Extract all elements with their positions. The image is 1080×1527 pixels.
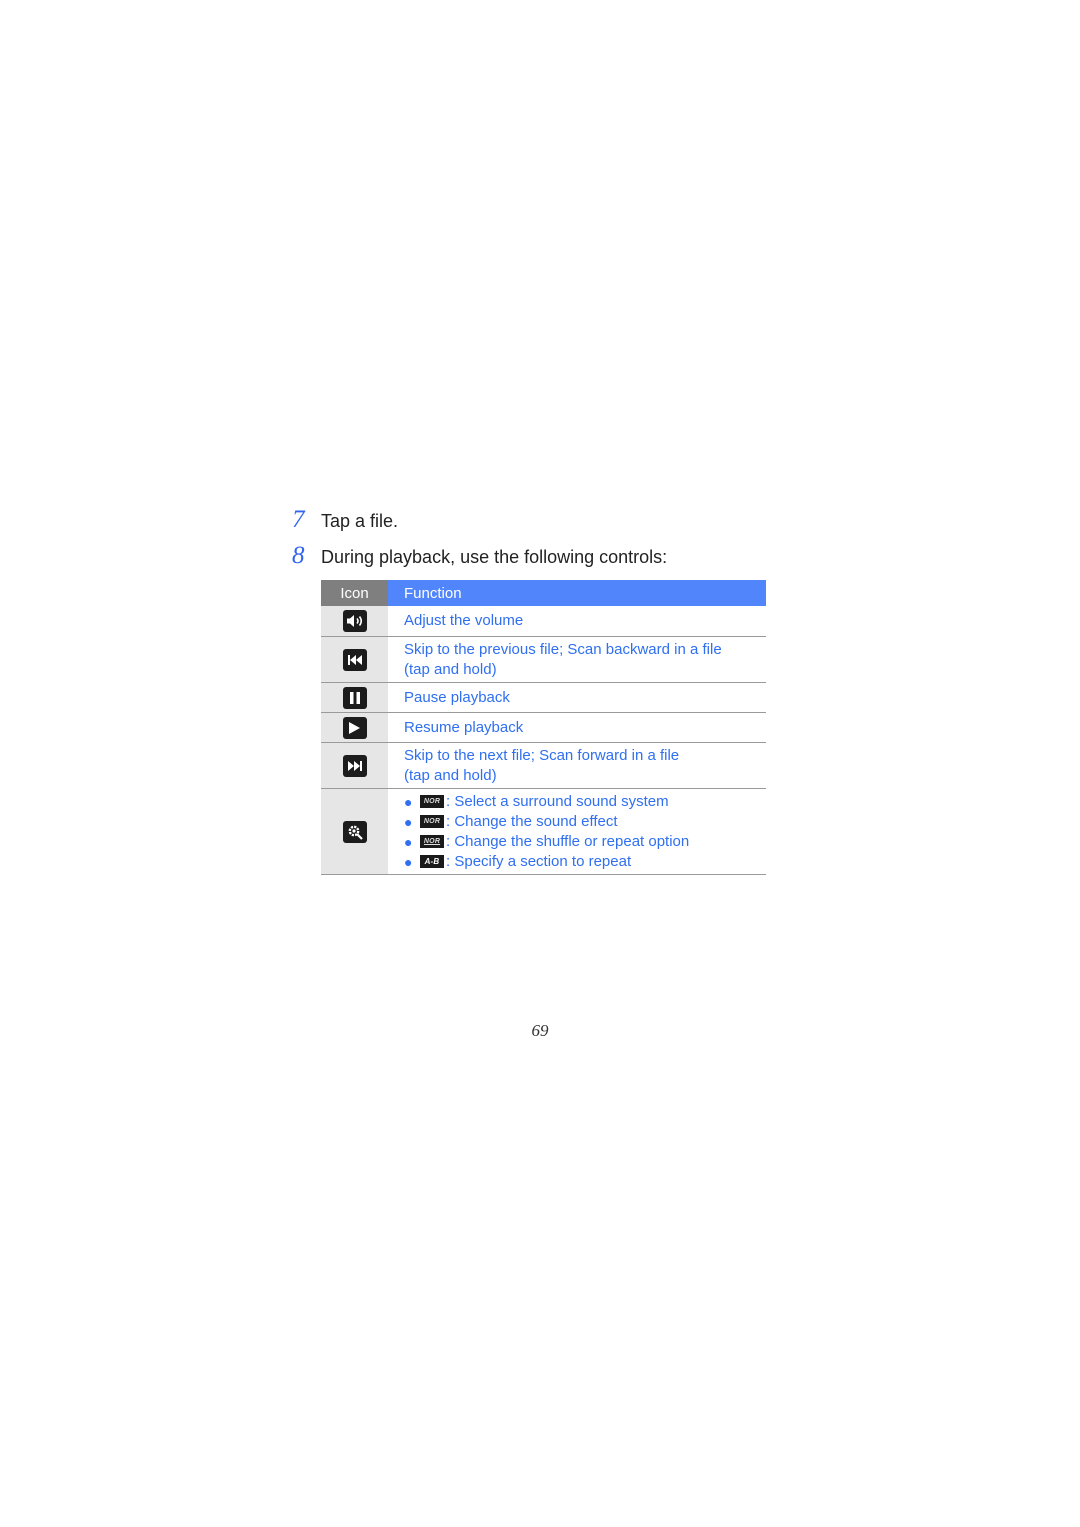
bullet-icon: ● <box>404 813 413 830</box>
icon-column-header: Icon <box>321 580 388 606</box>
option-text: Change the sound effect <box>454 812 618 830</box>
option-text: Change the shuffle or repeat option <box>454 832 690 850</box>
list-item: ● NOR : Select a surround sound system <box>404 792 766 812</box>
function-text: Adjust the volume <box>404 612 524 629</box>
table-row: Resume playback <box>321 712 766 743</box>
ab-repeat-badge-icon: A-B <box>420 855 444 868</box>
pause-icon <box>342 686 367 709</box>
play-icon <box>342 716 367 739</box>
function-text: Pause playback <box>404 688 510 706</box>
separator: : <box>446 832 451 850</box>
function-text: (tap and hold) <box>404 766 497 784</box>
function-text: Skip to the previous file; Scan backward… <box>404 640 722 658</box>
settings-icon <box>342 820 367 843</box>
table-row: Skip to the next file; Scan forward in a… <box>321 742 766 789</box>
shuffle-repeat-badge-icon: NOR <box>420 835 444 848</box>
function-text: (tap and hold) <box>404 660 497 678</box>
step-7: 7 Tap a file. <box>292 506 398 534</box>
skip-previous-icon <box>342 648 367 671</box>
settings-options-list: ● NOR : Select a surround sound system ●… <box>404 792 766 872</box>
separator: : <box>446 792 451 810</box>
table-row: Pause playback <box>321 682 766 713</box>
surround-sound-badge-icon: NOR <box>420 795 444 808</box>
page-number: 69 <box>531 1021 549 1040</box>
list-item: ● NOR : Change the sound effect <box>404 812 766 832</box>
skip-next-icon <box>342 754 367 777</box>
list-item: ● A-B : Specify a section to repeat <box>404 852 766 872</box>
separator: : <box>446 852 451 870</box>
separator: : <box>446 812 451 830</box>
badge-label: NOR <box>423 837 441 845</box>
function-text: Skip to the next file; Scan forward in a… <box>404 746 680 764</box>
step-text: Tap a file. <box>321 511 399 531</box>
table-row: Skip to the previous file; Scan backward… <box>321 636 766 683</box>
option-text: Select a surround sound system <box>454 792 669 810</box>
list-item: ● NOR : Change the shuffle or repeat opt… <box>404 832 766 852</box>
bullet-icon: ● <box>404 793 413 810</box>
function-column-header: Function <box>388 580 766 606</box>
volume-icon <box>342 610 367 632</box>
bullet-icon: ● <box>404 853 413 870</box>
bullet-icon: ● <box>404 833 413 850</box>
option-text: Specify a section to repeat <box>454 852 632 870</box>
table-row: Adjust the volume <box>321 606 766 637</box>
sound-effect-badge-icon: NOR <box>420 815 444 828</box>
step-text: During playback, use the following contr… <box>321 547 668 567</box>
function-text: Resume playback <box>404 718 524 736</box>
step-number: 8 <box>292 542 305 569</box>
controls-table: Icon Function Adjust the volume Skip to … <box>321 580 766 875</box>
table-row: ● NOR : Select a surround sound system ●… <box>321 788 766 875</box>
step-number: 7 <box>292 506 305 533</box>
table-header-row: Icon Function <box>321 580 766 606</box>
step-8: 8 During playback, use the following con… <box>292 542 667 570</box>
